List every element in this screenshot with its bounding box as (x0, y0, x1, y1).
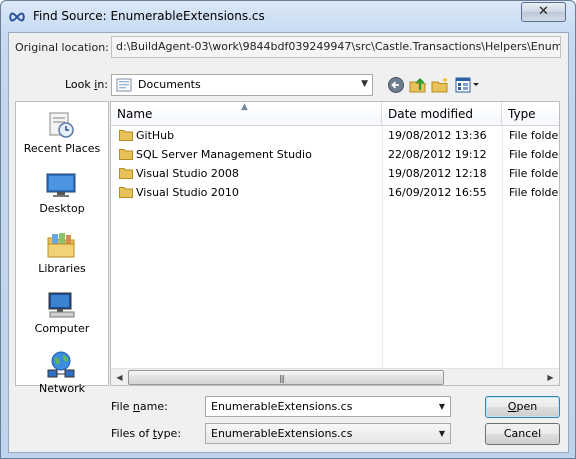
file-list[interactable]: ▲ Name Date modified Type GitHub 19/08/2… (110, 101, 560, 386)
file-type: File folder (509, 129, 560, 142)
window-title: Find Source: EnumerableExtensions.cs (33, 9, 265, 23)
place-network[interactable]: Network (16, 344, 108, 402)
list-item[interactable]: SQL Server Management Studio 22/08/2012 … (111, 145, 559, 164)
find-source-dialog: Find Source: EnumerableExtensions.cs ✕ O… (0, 0, 576, 459)
file-type: File folder (509, 148, 560, 161)
place-label: Computer (34, 322, 90, 335)
file-name: SQL Server Management Studio (136, 148, 312, 161)
file-name: Visual Studio 2010 (136, 186, 239, 199)
list-item[interactable]: GitHub 19/08/2012 13:36 File folder (111, 126, 559, 145)
close-button[interactable]: ✕ (521, 2, 566, 22)
back-arrow-icon[interactable] (386, 75, 406, 95)
desktop-icon (46, 173, 76, 197)
folder-icon (119, 187, 133, 198)
close-icon: ✕ (538, 4, 549, 19)
file-name-input[interactable]: EnumerableExtensions.cs ▼ (205, 396, 451, 417)
chevron-down-icon[interactable]: ▼ (439, 402, 445, 411)
new-folder-icon[interactable] (430, 75, 450, 95)
place-computer[interactable]: Computer (16, 284, 108, 342)
column-header-type[interactable]: Type (502, 102, 559, 126)
places-bar: Recent Places Desktop Libraries Computer… (15, 101, 109, 395)
place-desktop[interactable]: Desktop (16, 164, 108, 222)
list-item[interactable]: Visual Studio 2010 16/09/2012 16:55 File… (111, 183, 559, 202)
chevron-down-icon: ▼ (438, 429, 445, 438)
column-header-date-modified[interactable]: Date modified (382, 102, 502, 126)
look-in-value: Documents (138, 78, 201, 91)
place-libraries[interactable]: Libraries (16, 224, 108, 282)
computer-icon (48, 292, 75, 318)
look-in-label: Look in: (65, 78, 109, 91)
scroll-right-icon[interactable]: ▶ (542, 370, 559, 385)
recent-places-icon (49, 112, 74, 138)
title-bar[interactable]: Find Source: EnumerableExtensions.cs ✕ (1, 1, 575, 33)
grip-icon: ||| (279, 374, 285, 383)
files-of-type-label: Files of type: (111, 427, 182, 440)
sort-ascending-icon: ▲ (241, 102, 248, 112)
folder-icon (119, 130, 133, 141)
files-of-type-value: EnumerableExtensions.cs (211, 427, 353, 440)
folder-icon (119, 168, 133, 179)
file-date: 22/08/2012 19:12 (388, 148, 487, 161)
column-header-name[interactable]: ▲ Name (111, 102, 382, 126)
file-name: Visual Studio 2008 (136, 167, 239, 180)
list-item[interactable]: Visual Studio 2008 19/08/2012 12:18 File… (111, 164, 559, 183)
network-icon (47, 351, 75, 378)
original-location-field[interactable]: d:\BuildAgent-03\work\9844bdf039249947\s… (111, 36, 561, 58)
file-type: File folder (509, 167, 560, 180)
view-menu-icon[interactable] (454, 75, 480, 95)
look-in-dropdown[interactable]: Documents ▼ (111, 74, 373, 96)
files-of-type-dropdown[interactable]: EnumerableExtensions.cs ▼ (205, 423, 451, 444)
place-label: Recent Places (23, 142, 101, 155)
chevron-down-icon: ▼ (361, 79, 368, 89)
place-label: Network (39, 382, 85, 395)
scrollbar-thumb[interactable]: ||| (128, 370, 444, 385)
place-recent-places[interactable]: Recent Places (16, 104, 108, 162)
cancel-button[interactable]: Cancel (485, 423, 560, 445)
original-location-label: Original location: (15, 41, 109, 54)
place-label: Desktop (39, 202, 85, 215)
infinity-app-icon (9, 12, 25, 22)
file-date: 19/08/2012 13:36 (388, 129, 487, 142)
file-type: File folder (509, 186, 560, 199)
file-name-value: EnumerableExtensions.cs (211, 400, 353, 413)
file-date: 16/09/2012 16:55 (388, 186, 487, 199)
place-label: Libraries (38, 262, 86, 275)
folder-icon (119, 149, 133, 160)
file-date: 19/08/2012 12:18 (388, 167, 487, 180)
documents-folder-icon (116, 78, 132, 92)
libraries-icon (47, 233, 75, 258)
scroll-left-icon[interactable]: ◀ (111, 370, 128, 385)
file-name: GitHub (136, 129, 175, 142)
file-name-label: File name: (111, 400, 168, 413)
up-folder-icon[interactable] (408, 75, 428, 95)
open-button[interactable]: Open (485, 396, 560, 418)
horizontal-scrollbar[interactable]: ◀ ||| ▶ (111, 368, 559, 385)
